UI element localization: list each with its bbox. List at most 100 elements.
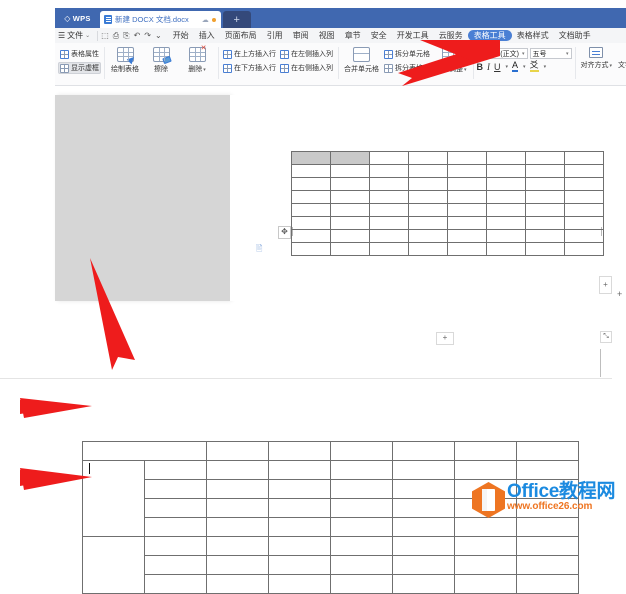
table-cell-wide[interactable] <box>82 441 207 461</box>
table-cell[interactable] <box>330 441 393 461</box>
table-cell[interactable] <box>330 242 370 256</box>
table-cell[interactable] <box>291 203 331 217</box>
table-cell[interactable] <box>516 555 579 575</box>
table-cell[interactable] <box>516 574 579 594</box>
table-cell[interactable] <box>392 498 455 518</box>
table-row[interactable] <box>291 164 604 178</box>
table-cell[interactable] <box>206 441 269 461</box>
font-color-button[interactable]: A <box>512 61 519 72</box>
tab-page-layout[interactable]: 页面布局 <box>220 28 262 43</box>
table-row[interactable] <box>291 177 604 191</box>
table-cell[interactable] <box>330 536 393 556</box>
table-cell[interactable] <box>408 216 448 230</box>
table-cell[interactable] <box>447 229 487 243</box>
redo-icon[interactable]: ↷ <box>144 31 151 40</box>
tab-table-styles[interactable]: 表格样式 <box>512 28 554 43</box>
table-cell[interactable] <box>369 177 409 191</box>
insert-row-below-button[interactable]: 在下方插入行 <box>221 62 278 74</box>
table-row[interactable] <box>82 536 579 594</box>
table-cell[interactable] <box>525 242 565 256</box>
table-row[interactable] <box>83 555 579 575</box>
table-cell[interactable] <box>206 555 269 575</box>
table-cell[interactable] <box>206 460 269 480</box>
table-cell[interactable] <box>454 536 517 556</box>
table-row[interactable] <box>82 441 579 461</box>
merged-cell-lower[interactable] <box>82 536 145 594</box>
table-row[interactable] <box>291 203 604 217</box>
table-cell[interactable] <box>447 242 487 256</box>
table-cell[interactable] <box>525 164 565 178</box>
table-cell[interactable] <box>268 479 331 499</box>
chevron-down-icon[interactable]: ▾ <box>544 64 547 70</box>
chevron-down-icon[interactable]: ▾ <box>506 64 509 70</box>
highlight-button[interactable]: 爻 <box>529 61 539 72</box>
table-cell[interactable] <box>447 190 487 204</box>
table-cell[interactable] <box>408 151 448 165</box>
table-cell[interactable] <box>291 216 331 230</box>
auto-fit-button[interactable]: 自动调整▾ <box>432 45 470 74</box>
table-cell[interactable] <box>525 203 565 217</box>
table-cell[interactable] <box>486 190 526 204</box>
table-cell[interactable] <box>447 164 487 178</box>
tab-start[interactable]: 开始 <box>168 28 194 43</box>
table-cell[interactable] <box>454 460 517 480</box>
bold-button[interactable]: B <box>477 62 484 72</box>
table-cell[interactable] <box>330 479 393 499</box>
table-row[interactable] <box>291 190 604 204</box>
table-cell[interactable] <box>268 498 331 518</box>
table-cell[interactable] <box>447 151 487 165</box>
table-cell[interactable] <box>268 574 331 594</box>
table-cell[interactable] <box>330 498 393 518</box>
table-cell[interactable] <box>408 229 448 243</box>
table-cell[interactable] <box>516 536 579 556</box>
tab-doc-assistant[interactable]: 文档助手 <box>554 28 596 43</box>
table-cell[interactable] <box>330 190 370 204</box>
table-cell[interactable] <box>369 164 409 178</box>
table-cell[interactable] <box>564 151 604 165</box>
table-cell[interactable] <box>330 574 393 594</box>
cloud-icon[interactable]: ☁ <box>202 16 209 24</box>
table-cell[interactable] <box>144 517 207 537</box>
table-cell[interactable] <box>144 536 207 556</box>
table-cell[interactable] <box>369 242 409 256</box>
draw-table-button[interactable]: 绘制表格 <box>107 45 143 74</box>
table-cell[interactable] <box>330 203 370 217</box>
table-cell[interactable] <box>392 536 455 556</box>
new-tab-button[interactable]: + <box>222 11 251 28</box>
table-cell[interactable] <box>330 177 370 191</box>
table-cell[interactable] <box>564 177 604 191</box>
table-cell[interactable] <box>516 460 579 480</box>
table-cell[interactable] <box>291 177 331 191</box>
table-cell[interactable] <box>516 517 579 537</box>
underline-button[interactable]: U <box>494 62 501 72</box>
insert-col-right-button[interactable]: 在右侧插入列 <box>278 62 335 74</box>
table-cell[interactable] <box>291 242 331 256</box>
table-cell[interactable] <box>144 574 207 594</box>
table-cell[interactable] <box>392 555 455 575</box>
table-cell[interactable] <box>486 164 526 178</box>
merge-cells-button[interactable]: 合并单元格 <box>341 45 382 74</box>
table-cell[interactable] <box>369 190 409 204</box>
table-cell[interactable] <box>268 536 331 556</box>
split-table-button[interactable]: 拆分表格 ▾ <box>382 62 432 74</box>
tab-view[interactable]: 视图 <box>314 28 340 43</box>
table-cell[interactable] <box>144 479 207 499</box>
table-cell[interactable] <box>447 177 487 191</box>
table-cell[interactable] <box>564 203 604 217</box>
table-cell[interactable] <box>392 574 455 594</box>
top-table-wrapper[interactable] <box>291 151 604 256</box>
table-cell[interactable] <box>206 574 269 594</box>
italic-button[interactable]: I <box>487 62 490 72</box>
tab-table-tools[interactable]: 表格工具 <box>467 30 512 41</box>
customize-qat-icon[interactable]: ⌄ <box>155 31 162 40</box>
insert-col-left-button[interactable]: 在左侧插入列 <box>278 48 335 60</box>
table-cell[interactable] <box>369 229 409 243</box>
add-column-button[interactable]: + <box>599 276 612 294</box>
table-cell[interactable] <box>408 177 448 191</box>
chevron-down-icon[interactable]: ▾ <box>523 64 526 70</box>
undo-icon[interactable]: ↶ <box>134 31 141 40</box>
table-cell[interactable] <box>268 555 331 575</box>
font-name-select[interactable]: Calibri (正文) ▾ <box>475 48 528 59</box>
table-cell[interactable] <box>486 242 526 256</box>
insert-row-above-button[interactable]: 在上方插入行 <box>221 48 278 60</box>
